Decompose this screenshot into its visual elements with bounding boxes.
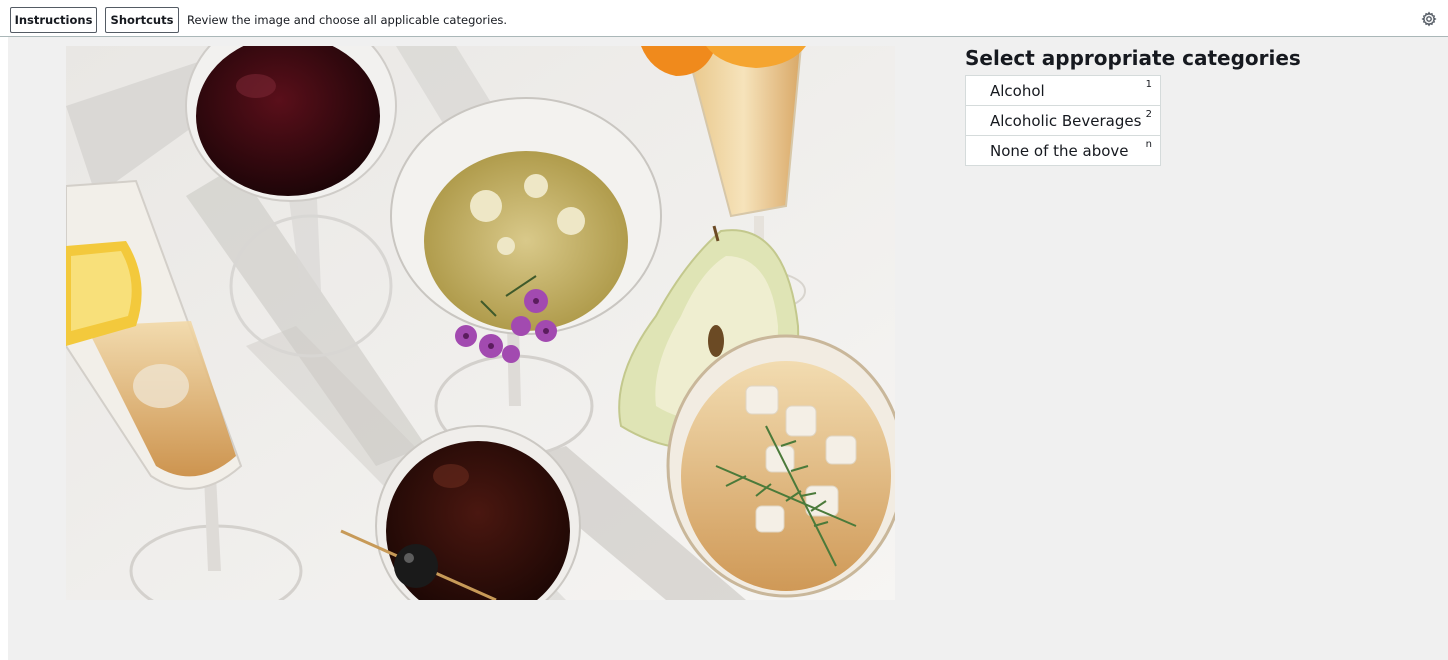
shortcut-key: 2 xyxy=(1145,109,1152,120)
shortcut-key: n xyxy=(1145,139,1152,150)
top-toolbar: Instructions Shortcuts Review the image … xyxy=(0,0,1448,37)
workspace: Select appropriate categories Alcohol 1 … xyxy=(8,37,1448,660)
gear-icon[interactable] xyxy=(1421,11,1437,27)
categories-title: Select appropriate categories xyxy=(965,46,1301,70)
category-label: Alcoholic Beverages xyxy=(990,112,1142,130)
shortcuts-button[interactable]: Shortcuts xyxy=(105,7,179,33)
category-list: Alcohol 1 Alcoholic Beverages 2 None of … xyxy=(965,75,1161,166)
task-prompt: Review the image and choose all applicab… xyxy=(187,13,508,27)
category-label: Alcohol xyxy=(990,82,1045,100)
task-image xyxy=(66,46,895,600)
instructions-button[interactable]: Instructions xyxy=(10,7,97,33)
shortcut-key: 1 xyxy=(1145,79,1152,90)
category-option-none[interactable]: None of the above n xyxy=(965,135,1161,166)
category-option-alcohol[interactable]: Alcohol 1 xyxy=(965,75,1161,106)
category-option-alcoholic-beverages[interactable]: Alcoholic Beverages 2 xyxy=(965,105,1161,136)
category-label: None of the above xyxy=(990,142,1129,160)
